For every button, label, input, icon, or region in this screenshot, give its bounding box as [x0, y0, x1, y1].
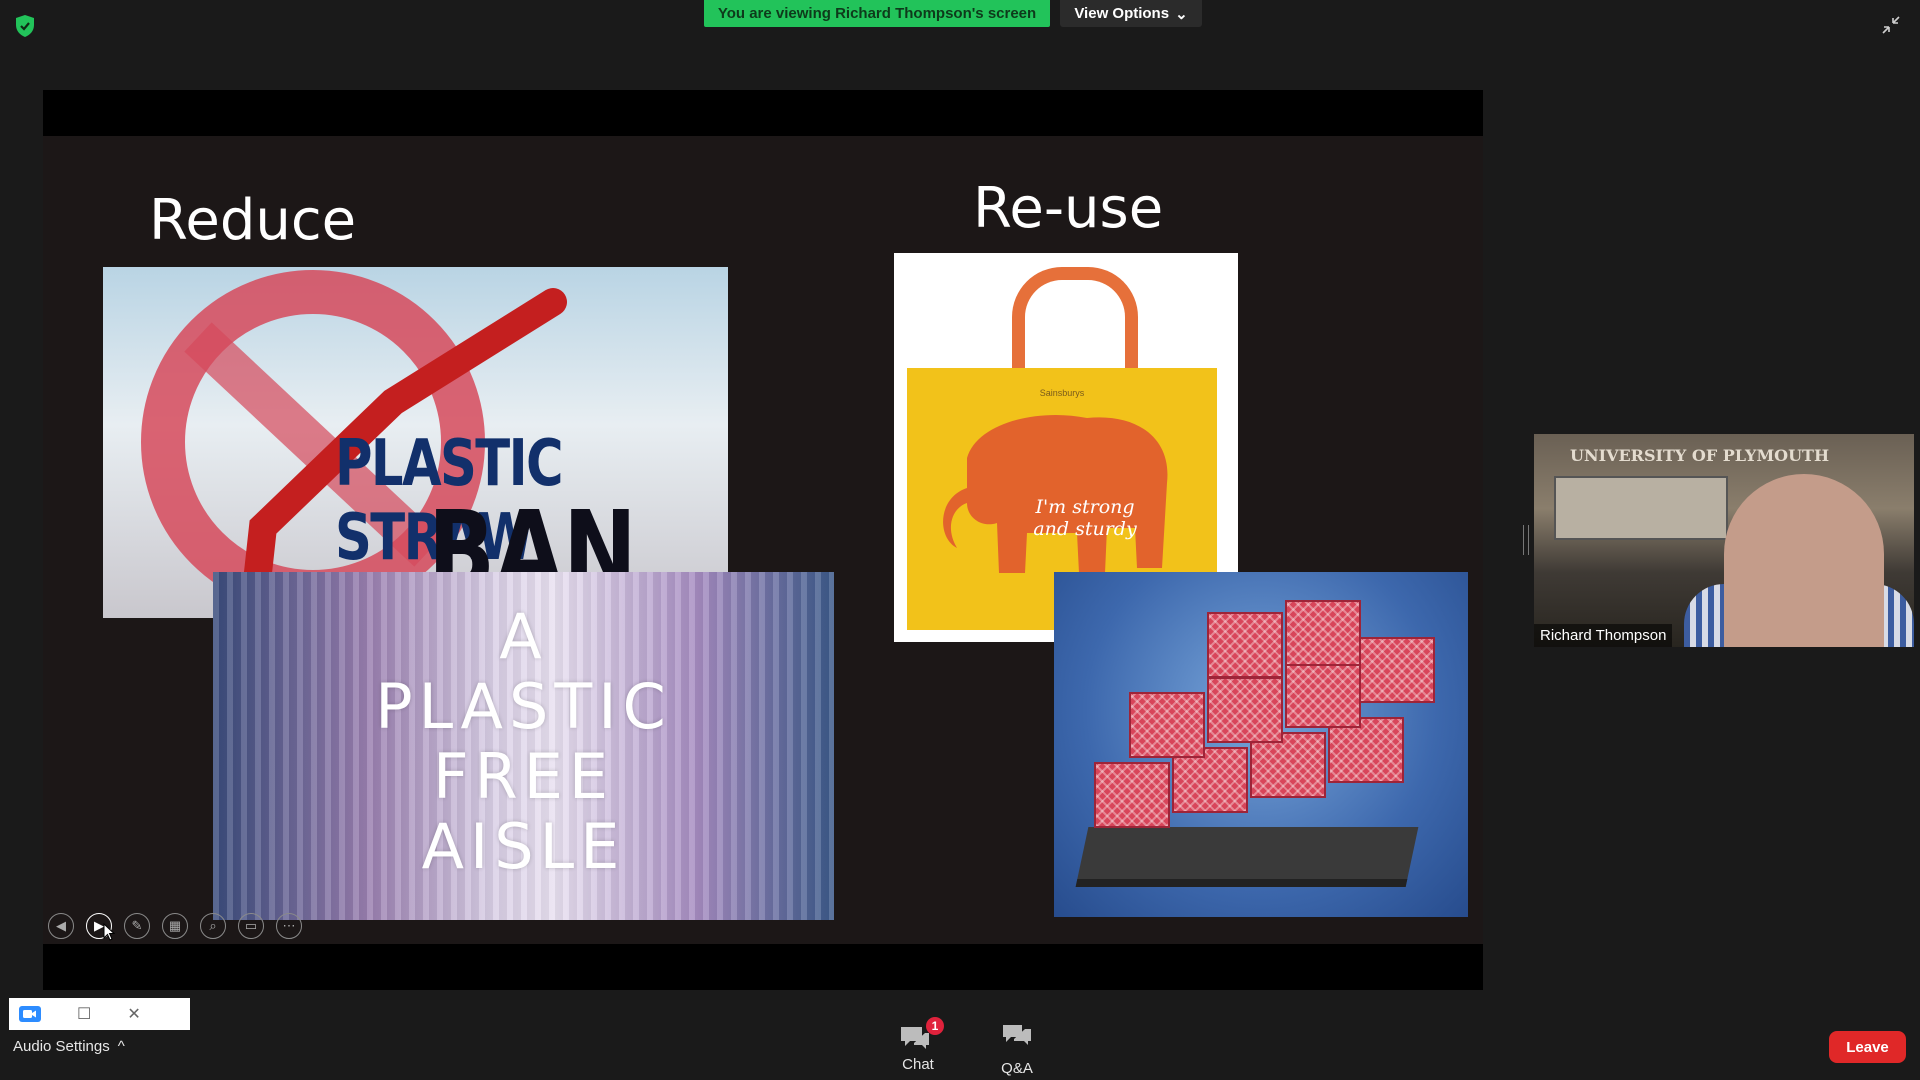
reusable-crates-image: [1054, 572, 1468, 917]
crate: [1129, 692, 1205, 758]
qa-label: Q&A: [1001, 1060, 1033, 1077]
zoom-camera-icon[interactable]: [19, 1006, 41, 1022]
participant-avatar: [1724, 474, 1884, 647]
plastic-free-aisle-image: A PLASTIC FREE AISLE: [213, 572, 834, 920]
minimized-meeting-window[interactable]: ☐ ✕: [9, 998, 190, 1030]
zoom-button[interactable]: ⌕: [200, 913, 226, 939]
audio-settings-label: Audio Settings: [13, 1038, 110, 1055]
qa-button[interactable]: Q&A: [1000, 1022, 1034, 1077]
aisle-line-4: AISLE: [421, 810, 626, 883]
qa-icon: [1000, 1022, 1034, 1054]
more-options-button[interactable]: ⋯: [276, 913, 302, 939]
close-icon[interactable]: ✕: [127, 1004, 140, 1024]
participant-video[interactable]: UNIVERSITY OF PLYMOUTH Richard Thompson: [1534, 434, 1914, 647]
exit-fullscreen-icon[interactable]: [1880, 14, 1902, 36]
chat-label: Chat: [902, 1056, 934, 1073]
audio-settings-button[interactable]: Audio Settings ^: [13, 1038, 125, 1055]
aisle-line-3: FREE: [432, 740, 615, 813]
aisle-line-1: A: [499, 600, 548, 673]
leave-button[interactable]: Leave: [1829, 1031, 1906, 1063]
chevron-up-icon: ^: [117, 1038, 125, 1055]
view-options-button[interactable]: View Options ⌄: [1060, 0, 1202, 27]
bag-slogan: I'm strong and sturdy: [1033, 496, 1137, 540]
restore-window-icon[interactable]: ☐: [77, 1004, 91, 1024]
crate: [1207, 612, 1283, 678]
crate: [1359, 637, 1435, 703]
security-shield-icon[interactable]: [14, 14, 36, 38]
plastic-straw-ban-image: PLASTIC STRAW BAN: [103, 267, 728, 618]
subtitles-button[interactable]: ▭: [238, 913, 264, 939]
chat-unread-badge: 1: [926, 1017, 944, 1035]
aisle-line-2: PLASTIC: [375, 670, 672, 743]
chat-icon: 1: [898, 1017, 944, 1050]
pen-tool-button[interactable]: ✎: [124, 913, 150, 939]
video-background-building: [1554, 476, 1728, 540]
slide-title-reduce: Reduce: [149, 188, 357, 253]
chat-button[interactable]: 1 Chat: [898, 1017, 944, 1073]
slide-title-reuse: Re-use: [973, 176, 1164, 241]
video-background-logo: UNIVERSITY OF PLYMOUTH: [1570, 446, 1830, 465]
participant-name: Richard Thompson: [1534, 624, 1673, 647]
crate: [1094, 762, 1170, 828]
previous-slide-button[interactable]: ◀: [48, 913, 74, 939]
view-options-label: View Options: [1074, 5, 1170, 22]
crate: [1285, 662, 1361, 728]
pallet: [1075, 827, 1419, 887]
viewing-screen-banner: You are viewing Richard Thompson's scree…: [704, 0, 1050, 27]
video-panel-drag-handle[interactable]: [1523, 525, 1529, 555]
all-slides-button[interactable]: ▦: [162, 913, 188, 939]
crate: [1285, 600, 1361, 666]
slide-controls: ◀ ▶ ✎ ▦ ⌕ ▭ ⋯: [48, 913, 302, 939]
chevron-down-icon: ⌄: [1175, 5, 1188, 23]
crate: [1207, 677, 1283, 743]
